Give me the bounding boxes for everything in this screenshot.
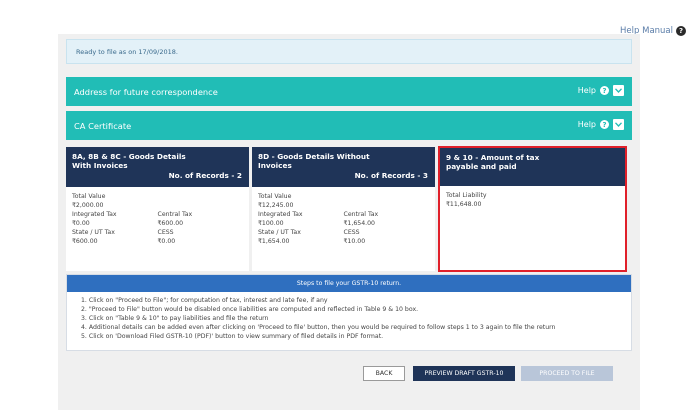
address-section-title: Address for future correspondence: [74, 87, 218, 97]
total-value-label: Total Value: [72, 193, 106, 200]
tile-title-line2: With Invoices: [72, 160, 128, 170]
tile-header: 8D - Goods Details Without Invoices No. …: [252, 147, 435, 187]
central-tax-value: ₹1,654.00: [343, 219, 376, 227]
records-count: No. of Records - 2: [168, 171, 242, 181]
total-value: ₹2,000.00: [72, 201, 104, 209]
tile-header: 9 & 10 - Amount of tax payable and paid: [440, 148, 625, 186]
question-circle-icon: ?: [600, 86, 609, 95]
tile-8d[interactable]: 8D - Goods Details Without Invoices No. …: [252, 147, 435, 271]
help-label: Help: [577, 86, 596, 95]
steps-panel: Steps to file your GSTR-10 return. 1. Cl…: [66, 274, 632, 351]
total-value-label: Total Value: [258, 193, 292, 200]
back-button[interactable]: BACK: [363, 366, 405, 381]
integrated-tax-label: Integrated Tax: [72, 210, 117, 218]
chevron-down-icon[interactable]: [613, 119, 624, 130]
state-ut-tax-label: State / UT Tax: [258, 228, 301, 236]
preview-draft-button[interactable]: PREVIEW DRAFT GSTR-10: [413, 366, 515, 381]
step-item: 2. "Proceed to File" button would be dis…: [81, 305, 419, 313]
total-liability-value: ₹11,648.00: [446, 200, 482, 208]
cess-label: CESS: [157, 228, 174, 236]
integrated-tax-label: Integrated Tax: [258, 210, 303, 218]
question-circle-icon: ?: [600, 120, 609, 129]
ready-to-file-notice: Ready to file as on 17/09/2018.: [66, 39, 632, 64]
steps-title: Steps to file your GSTR-10 return.: [67, 275, 631, 292]
tile-body: Total Liability ₹11,648.00: [440, 186, 625, 216]
tile-header: 8A, 8B & 8C - Goods Details With Invoice…: [66, 147, 249, 187]
state-ut-tax-label: State / UT Tax: [72, 228, 115, 236]
tile-8a-8b-8c[interactable]: 8A, 8B & 8C - Goods Details With Invoice…: [66, 147, 249, 271]
cess-value: ₹0.00: [157, 237, 176, 245]
help-label: Help: [577, 120, 596, 129]
integrated-tax-value: ₹100.00: [258, 219, 284, 227]
cess-value: ₹10.00: [343, 237, 366, 245]
ready-text: Ready to file as on 17/09/2018.: [76, 48, 178, 56]
ca-certificate-title: CA Certificate: [74, 121, 132, 131]
total-value: ₹12,245.00: [258, 201, 294, 209]
tile-9-10[interactable]: 9 & 10 - Amount of tax payable and paid …: [438, 146, 627, 272]
address-help[interactable]: Help ?: [578, 85, 624, 96]
central-tax-value: ₹600.00: [157, 219, 184, 227]
step-item: 4. Additional details can be added even …: [81, 323, 556, 331]
records-count: No. of Records - 3: [354, 171, 428, 181]
tile-body: Total Value ₹12,245.00 Integrated Tax Cen…: [252, 187, 435, 253]
step-item: 3. Click on "Table 9 & 10" to pay liabil…: [81, 314, 269, 322]
proceed-to-file-button[interactable]: PROCEED TO FILE: [521, 366, 613, 381]
state-ut-tax-value: ₹600.00: [72, 237, 98, 245]
integrated-tax-value: ₹0.00: [72, 219, 90, 227]
main-panel: Ready to file as on 17/09/2018. Address …: [58, 34, 640, 410]
address-section-header[interactable]: Address for future correspondence Help ?: [66, 77, 632, 106]
tile-title-line2: payable and paid: [446, 161, 517, 171]
central-tax-label: Central Tax: [343, 210, 379, 218]
state-ut-tax-value: ₹1,654.00: [258, 237, 290, 245]
step-item: 1. Click on "Proceed to File"; for compu…: [81, 297, 328, 304]
question-circle-icon: ?: [676, 26, 686, 36]
chevron-down-icon[interactable]: [613, 85, 624, 96]
ca-certificate-section-header[interactable]: CA Certificate Help ?: [66, 111, 632, 140]
step-item: 5. Click on 'Download Filed GSTR-10 (PDF…: [81, 332, 384, 340]
steps-list: 1. Click on "Proceed to File"; for compu…: [67, 292, 631, 347]
total-liability-label: Total Liability: [446, 192, 487, 199]
tile-body: Total Value ₹2,000.00 Integrated Tax Cent…: [66, 187, 249, 253]
central-tax-label: Central Tax: [157, 210, 193, 218]
cess-label: CESS: [343, 228, 360, 236]
tile-title-line2: Invoices: [258, 160, 292, 170]
ca-certificate-help[interactable]: Help ?: [578, 119, 624, 130]
